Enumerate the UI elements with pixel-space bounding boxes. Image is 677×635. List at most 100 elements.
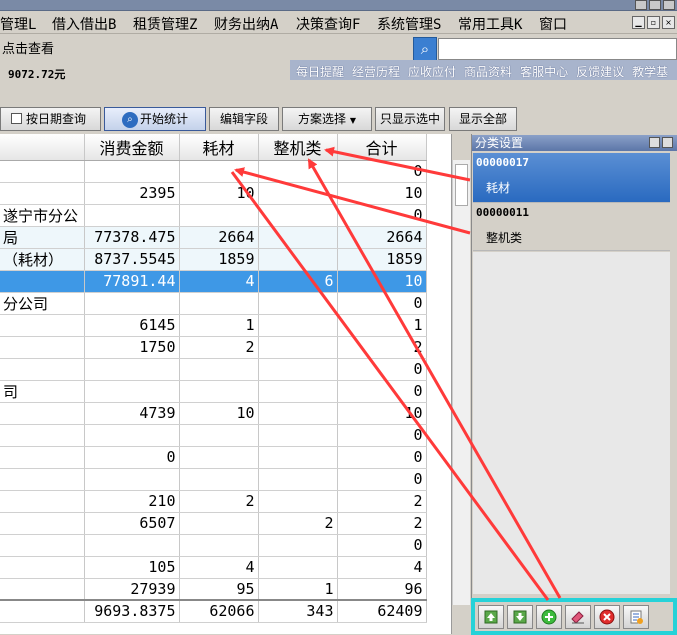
show-all-button[interactable]: 显示全部 bbox=[449, 107, 517, 131]
table-row[interactable]: （耗材） 8737.5545 1859 1859 bbox=[0, 248, 427, 271]
table-cell: 1750 bbox=[84, 336, 180, 359]
hint-text[interactable]: 点击查看 bbox=[2, 38, 54, 57]
table-row[interactable]: 0 bbox=[0, 424, 427, 447]
table-cell: 1859 bbox=[179, 248, 259, 271]
table-cell: 27939 bbox=[84, 578, 180, 601]
scrollbar-thumb[interactable] bbox=[455, 164, 468, 206]
link-tutorial[interactable]: 教学基 bbox=[632, 63, 668, 80]
table-cell: 2664 bbox=[337, 226, 427, 249]
link-receivables[interactable]: 应收应付 bbox=[408, 63, 456, 80]
table-cell: 0 bbox=[337, 358, 427, 381]
menu-item-finance[interactable]: 财务出纳A bbox=[214, 14, 278, 34]
link-feedback[interactable]: 反馈建议 bbox=[576, 63, 624, 80]
table-cell bbox=[258, 424, 338, 447]
table-cell: 2 bbox=[337, 490, 427, 513]
table-row[interactable]: 105 4 4 bbox=[0, 556, 427, 579]
checkbox-icon[interactable] bbox=[11, 113, 22, 124]
edit-fields-button[interactable]: 编辑字段 bbox=[209, 107, 279, 131]
search-icon: ⌕ bbox=[121, 111, 138, 128]
link-service[interactable]: 客服中心 bbox=[520, 63, 568, 80]
menu-item-tools[interactable]: 常用工具K bbox=[458, 14, 522, 34]
table-row[interactable]: 00 bbox=[0, 446, 427, 469]
table-cell: 2 bbox=[179, 490, 259, 513]
table-row[interactable]: 分公司 0 bbox=[0, 292, 427, 315]
table-row[interactable]: 司0 bbox=[0, 380, 427, 403]
category-name: 耗材 bbox=[486, 181, 511, 195]
category-item[interactable]: 00000017 耗材 bbox=[473, 153, 670, 203]
table-row[interactable]: 0 bbox=[0, 358, 427, 381]
table-row[interactable]: 6507 2 2 bbox=[0, 512, 427, 535]
table-row[interactable]: 77891.44 4 6 10 bbox=[0, 270, 427, 293]
panel-close-icon[interactable] bbox=[662, 137, 673, 148]
edit-button[interactable] bbox=[565, 604, 591, 629]
move-up-button[interactable] bbox=[478, 604, 504, 629]
mdi-minimize-icon[interactable]: ▁ bbox=[632, 16, 645, 29]
table-row[interactable]: 局 77378.475 2664 2664 bbox=[0, 226, 427, 249]
mdi-close-icon[interactable]: × bbox=[662, 16, 675, 29]
minimize-icon[interactable] bbox=[635, 0, 647, 10]
table-cell bbox=[258, 556, 338, 579]
table-row[interactable]: 0 bbox=[0, 160, 427, 183]
table-cell: 2 bbox=[258, 512, 338, 535]
table-cell: 2 bbox=[337, 336, 427, 359]
search-button[interactable]: ⌕ bbox=[413, 37, 437, 61]
table-cell: 2664 bbox=[179, 226, 259, 249]
link-daily-reminder[interactable]: 每日提醒 bbox=[296, 63, 344, 80]
table-cell: 4739 bbox=[84, 402, 180, 425]
table-row[interactable]: 6145 1 1 bbox=[0, 314, 427, 337]
link-products[interactable]: 商品资料 bbox=[464, 63, 512, 80]
table-cell bbox=[179, 358, 259, 381]
start-stats-button[interactable]: ⌕ 开始统计 bbox=[104, 107, 206, 131]
only-selected-button[interactable]: 只显示选中 bbox=[375, 107, 445, 131]
footer-cell: 9693.8375 bbox=[84, 599, 180, 623]
category-name: 整机类 bbox=[486, 231, 523, 245]
settings-button[interactable] bbox=[623, 604, 649, 629]
column-header[interactable]: 消费金额 bbox=[84, 134, 180, 161]
column-header[interactable]: 合计 bbox=[337, 134, 427, 161]
table-row[interactable]: 1750 2 2 bbox=[0, 336, 427, 359]
menu-item-borrow[interactable]: 借入借出B bbox=[52, 14, 116, 34]
delete-icon bbox=[599, 609, 615, 624]
search-input[interactable] bbox=[438, 38, 677, 60]
vertical-scrollbar[interactable] bbox=[452, 160, 470, 605]
table-row[interactable]: 2395 10 10 bbox=[0, 182, 427, 205]
date-query-checkbox[interactable]: 按日期查询 bbox=[0, 107, 101, 131]
menu-item-window[interactable]: 窗口 bbox=[539, 14, 567, 34]
panel-empty-area bbox=[473, 252, 670, 594]
maximize-icon[interactable] bbox=[649, 0, 661, 10]
table-cell bbox=[179, 534, 259, 557]
menu-item-decision[interactable]: 决策查询F bbox=[296, 14, 360, 34]
menu-item-lease[interactable]: 租赁管理Z bbox=[133, 14, 197, 34]
table-cell bbox=[179, 424, 259, 447]
table-cell bbox=[258, 226, 338, 249]
table-cell: 10 bbox=[179, 182, 259, 205]
link-history[interactable]: 经营历程 bbox=[352, 63, 400, 80]
move-down-button[interactable] bbox=[507, 604, 533, 629]
table-cell: 0 bbox=[337, 534, 427, 557]
column-header[interactable]: 整机类 bbox=[258, 134, 338, 161]
column-header[interactable] bbox=[0, 134, 85, 161]
plan-select-button[interactable]: 方案选择 ▼ bbox=[282, 107, 372, 131]
table-cell bbox=[0, 490, 85, 513]
table-row[interactable]: 0 bbox=[0, 468, 427, 491]
table-cell: 77378.475 bbox=[84, 226, 180, 249]
column-header[interactable]: 耗材 bbox=[179, 134, 259, 161]
menu-item-system[interactable]: 系统管理S bbox=[377, 14, 441, 34]
panel-restore-icon[interactable] bbox=[649, 137, 660, 148]
table-cell bbox=[258, 358, 338, 381]
data-grid[interactable]: 消费金额 耗材 整机类 合计 0 2395 10 10 遂宁市分公 0 局 77378.475 266… bbox=[0, 134, 452, 634]
table-row[interactable]: 210 2 2 bbox=[0, 490, 427, 513]
table-cell bbox=[0, 270, 85, 293]
delete-button[interactable] bbox=[594, 604, 620, 629]
footer-cell bbox=[0, 599, 85, 623]
table-row[interactable]: 27939 95 1 96 bbox=[0, 578, 427, 601]
menu-item-manage[interactable]: 管理L bbox=[0, 14, 36, 34]
table-cell bbox=[258, 160, 338, 183]
table-row[interactable]: 遂宁市分公 0 bbox=[0, 204, 427, 227]
mdi-restore-icon[interactable]: ▫ bbox=[647, 16, 660, 29]
table-row[interactable]: 0 bbox=[0, 534, 427, 557]
add-button[interactable] bbox=[536, 604, 562, 629]
table-row[interactable]: 4739 10 10 bbox=[0, 402, 427, 425]
category-item[interactable]: 00000011 整机类 bbox=[473, 203, 670, 251]
close-icon[interactable] bbox=[663, 0, 675, 10]
